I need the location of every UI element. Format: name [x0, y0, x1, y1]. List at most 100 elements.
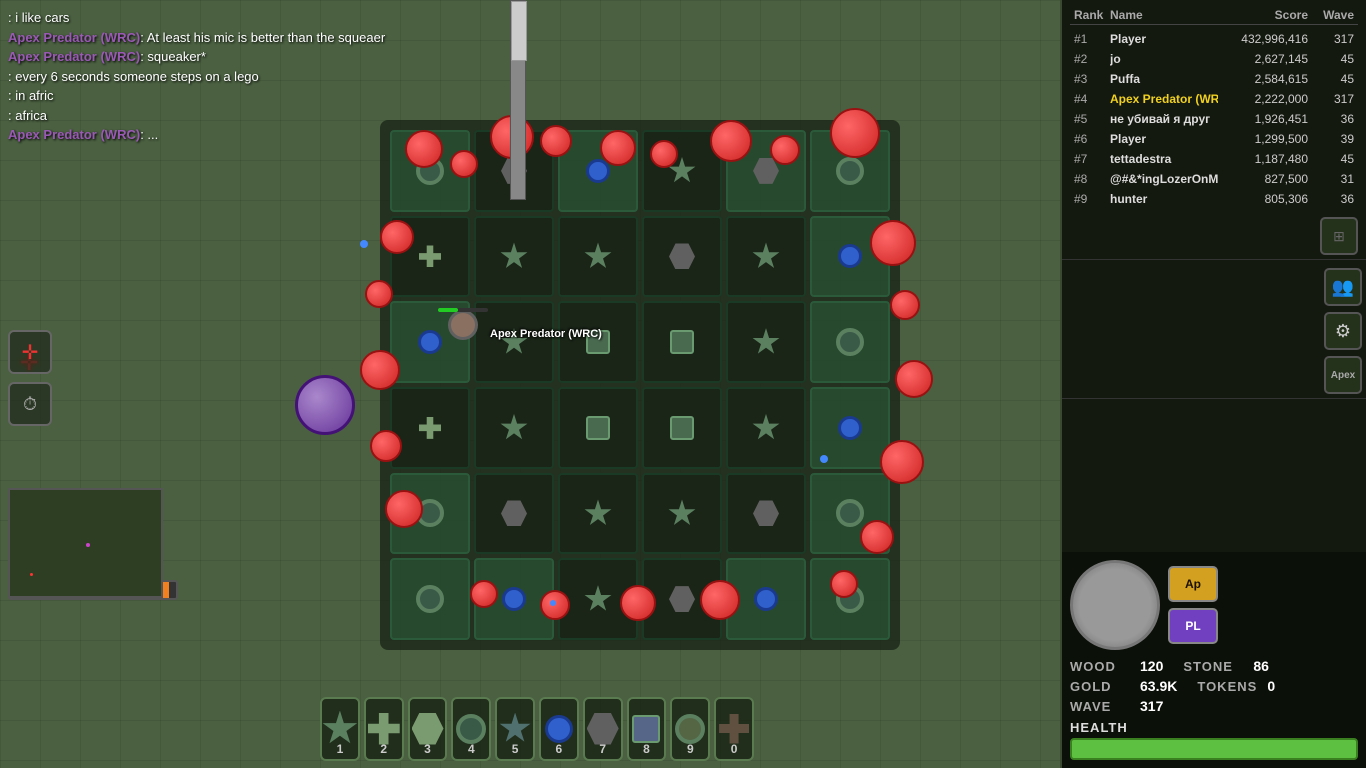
profile-button[interactable]: Apex [1324, 356, 1362, 394]
settings-button[interactable]: ⚙ [1324, 312, 1362, 350]
tower-cell [474, 387, 554, 469]
lb-wave-2: 45 [1308, 52, 1354, 66]
lb-name-4: Apex Predator (WRC) [1110, 92, 1218, 106]
clock-button[interactable]: ⏱ [8, 382, 52, 426]
enemy [860, 520, 894, 554]
enemy [620, 585, 656, 621]
wave-label: WAVE [1070, 699, 1140, 714]
lb-row-2: #2 jo 2,627,145 45 [1070, 49, 1358, 69]
enemy [370, 430, 402, 462]
tower-cell [558, 130, 638, 212]
stone-value: 86 [1253, 658, 1269, 674]
lb-row-1: #1 Player 432,996,416 317 [1070, 29, 1358, 49]
hotbar-slot-2[interactable]: 2 [364, 697, 404, 761]
tower-cell [558, 558, 638, 640]
right-panel: Rank Name Score Wave #1 Player 432,996,4… [1060, 0, 1366, 768]
enemy [830, 570, 858, 598]
tower-cell [474, 558, 554, 640]
lb-name-5: не убивай я друг [1110, 112, 1218, 126]
tower-cell [726, 387, 806, 469]
chat-scrollbar-thumb[interactable] [511, 1, 527, 61]
hotbar-slot-8[interactable]: 8 [627, 697, 667, 761]
projectile [360, 240, 368, 248]
right-icon-buttons: 👥 ⚙ Apex [1062, 268, 1366, 394]
tower-cell [474, 216, 554, 298]
hotbar-slot-0[interactable]: 0 [714, 697, 754, 761]
tower-cell [642, 130, 722, 212]
hotbar-slot-4[interactable]: 4 [451, 697, 491, 761]
lb-score-2: 2,627,145 [1218, 52, 1308, 66]
minimap [8, 488, 163, 598]
hotbar-slot-7[interactable]: 7 [583, 697, 623, 761]
lb-rank-9: #9 [1074, 192, 1110, 206]
lb-row-9: #9 hunter 805,306 36 [1070, 189, 1358, 209]
enemy [365, 280, 393, 308]
lb-rank-5: #5 [1074, 112, 1110, 126]
player-btn-pl[interactable]: PL [1168, 608, 1218, 644]
hotbar-slot-6[interactable]: 6 [539, 697, 579, 761]
player-nametag: Apex Predator (WRC) [490, 328, 602, 340]
resource-row-wave: WAVE 317 [1070, 698, 1358, 714]
hotbar: 1 2 3 4 5 6 7 8 [320, 693, 754, 768]
wood-value: 120 [1140, 658, 1163, 674]
avatar [1070, 560, 1160, 650]
enemy [540, 590, 570, 620]
game-canvas: Apex Predator (WRC) ✛ : i like cars Apex… [0, 0, 1060, 768]
users-button[interactable]: 👥 [1324, 268, 1362, 306]
leaderboard: Rank Name Score Wave #1 Player 432,996,4… [1062, 0, 1366, 215]
avatar-area: Ap PL [1070, 560, 1358, 650]
enemy [700, 580, 740, 620]
lb-name-7: tettadestra [1110, 152, 1218, 166]
tower-cell [642, 473, 722, 555]
divider-2 [1062, 398, 1366, 399]
chat-message: : africa [8, 106, 502, 126]
player-character [448, 310, 478, 340]
lb-name-2: jo [1110, 52, 1218, 66]
lb-rank-1: #1 [1074, 32, 1110, 46]
chat-panel: : i like cars Apex Predator (WRC): At le… [0, 0, 510, 153]
boss-enemy [295, 375, 355, 435]
hotbar-slot-5[interactable]: 5 [495, 697, 535, 761]
resize-button[interactable]: ⊞ [1320, 217, 1358, 255]
lb-row-6: #6 Player 1,299,500 39 [1070, 129, 1358, 149]
lb-header-score: Score [1218, 8, 1308, 22]
lb-score-6: 1,299,500 [1218, 132, 1308, 146]
lb-row-3: #3 Puffa 2,584,615 45 [1070, 69, 1358, 89]
crosshair-button[interactable]: ✛ [8, 330, 52, 374]
hotbar-slot-9[interactable]: 9 [670, 697, 710, 761]
enemy [360, 350, 400, 390]
tower-grid [390, 130, 890, 640]
hotbar-slot-1[interactable]: 1 [320, 697, 360, 761]
lb-rank-6: #6 [1074, 132, 1110, 146]
health-section: HEALTH [1070, 720, 1358, 760]
lb-wave-1: 317 [1308, 32, 1354, 46]
tower-cell [642, 301, 722, 383]
enemy [540, 125, 572, 157]
enemy [870, 220, 916, 266]
chat-message: : in afric [8, 86, 502, 106]
chat-scrollbar[interactable] [510, 0, 526, 200]
tower-cell [810, 558, 890, 640]
projectile [820, 455, 828, 463]
tower-cell [642, 216, 722, 298]
tower-cell [642, 387, 722, 469]
lb-score-7: 1,187,480 [1218, 152, 1308, 166]
lb-row-8: #8 @#&*ingLozerOnMc 827,500 31 [1070, 169, 1358, 189]
lb-rank-7: #7 [1074, 152, 1110, 166]
chat-message: : i like cars [8, 8, 502, 28]
enemy [650, 140, 678, 168]
lb-score-1: 432,996,416 [1218, 32, 1308, 46]
player-btn-ap[interactable]: Ap [1168, 566, 1218, 602]
lb-wave-5: 36 [1308, 112, 1354, 126]
tower-cell [726, 558, 806, 640]
lb-name-1: Player [1110, 32, 1218, 46]
hotbar-slot-3[interactable]: 3 [408, 697, 448, 761]
health-bar-full [1070, 738, 1358, 760]
player-buttons: Ap PL [1168, 566, 1218, 644]
minimap-player-dot [86, 543, 90, 547]
tower-cell [810, 387, 890, 469]
player-health-bar [438, 308, 458, 312]
resource-row-wood: WOOD 120 STONE 86 [1070, 658, 1358, 674]
enemy [880, 440, 924, 484]
tower-cell [810, 301, 890, 383]
